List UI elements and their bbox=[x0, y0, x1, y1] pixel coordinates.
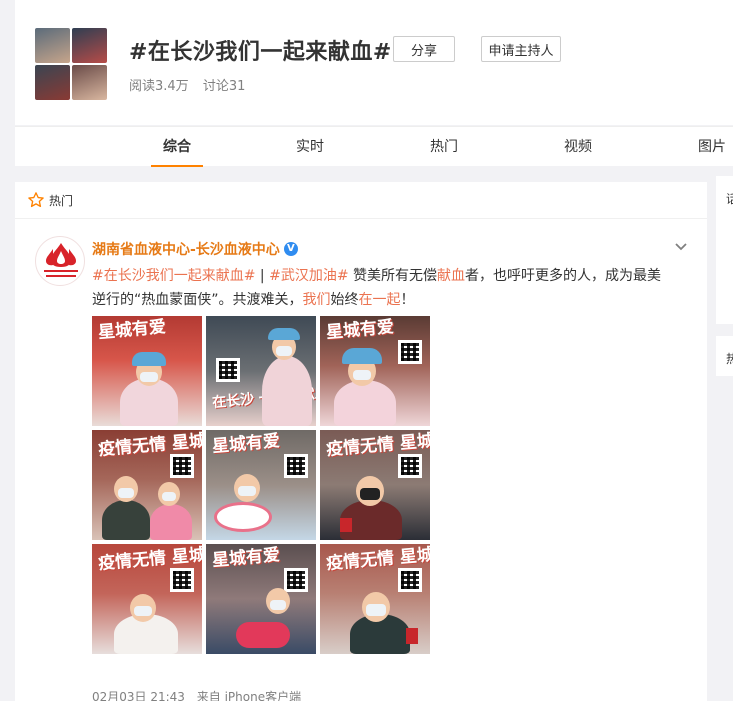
tab-bar: 综合 实时 热门 视频 图片 bbox=[15, 126, 733, 167]
face-mask bbox=[360, 488, 380, 500]
post-source: 来自 iPhone客户端 bbox=[196, 690, 302, 701]
discussion-count: 讨论31 bbox=[202, 79, 246, 94]
photo-thumbnail[interactable]: 疫情无情 星城有爱 bbox=[92, 544, 202, 654]
photo-thumbnail[interactable]: 疫情无情 星城有爱 bbox=[320, 544, 430, 654]
tab-comprehensive[interactable]: 综合 bbox=[151, 127, 203, 167]
photo-figure bbox=[334, 380, 396, 426]
qr-code bbox=[284, 568, 308, 592]
read-count: 阅读3.4万 bbox=[129, 79, 189, 94]
face-mask bbox=[238, 486, 256, 496]
hot-section-header: 热门 bbox=[15, 182, 707, 219]
post-meta: 02月03日 21:43 来自 iPhone客户端 bbox=[92, 688, 309, 701]
face-mask bbox=[276, 346, 292, 356]
photo-thumbnail[interactable]: 星城有爱 bbox=[92, 316, 202, 426]
heart-sign bbox=[236, 622, 290, 648]
tab-hot[interactable]: 热门 bbox=[430, 127, 458, 167]
keyword-highlight: 献血 bbox=[437, 268, 466, 284]
hot-section-label: 热门 bbox=[49, 193, 74, 208]
qr-code bbox=[398, 340, 422, 364]
topic-cover bbox=[35, 28, 107, 100]
keyword-highlight: 在一起 bbox=[358, 292, 401, 308]
face-mask bbox=[118, 488, 134, 498]
tab-realtime[interactable]: 实时 bbox=[296, 127, 324, 167]
author-name[interactable]: 湖南省血液中心-长沙血液中心 V bbox=[92, 239, 298, 259]
post-text-part: 赞美所有无偿 bbox=[348, 268, 438, 284]
author-avatar[interactable] bbox=[35, 236, 85, 286]
face-mask bbox=[140, 372, 158, 382]
qr-code bbox=[170, 568, 194, 592]
tab-images[interactable]: 图片 bbox=[698, 127, 726, 167]
photo-thumbnail[interactable]: 星城有爱 bbox=[320, 316, 430, 426]
cover-thumb bbox=[35, 65, 70, 100]
post-text-part: ！ bbox=[400, 292, 415, 308]
photo-figure bbox=[262, 356, 312, 426]
author-name-text: 湖南省血液中心-长沙血液中心 bbox=[92, 242, 280, 258]
qr-code bbox=[284, 454, 308, 478]
post-text-part: 始终 bbox=[330, 292, 359, 308]
face-mask bbox=[134, 606, 152, 616]
face-mask bbox=[366, 604, 386, 616]
chevron-down-icon[interactable] bbox=[673, 238, 689, 254]
topic-title: #在长沙我们一起来献血# bbox=[129, 40, 392, 65]
photo-thumbnail[interactable]: 星城有爱 bbox=[206, 544, 316, 654]
tab-video[interactable]: 视频 bbox=[564, 127, 592, 167]
text-separator: | bbox=[255, 268, 270, 284]
feed-card: 热门 湖南省血液中心-长沙血液中心 V #在长沙我们一起来献血# | #武汉加油… bbox=[15, 182, 707, 701]
qr-code bbox=[170, 454, 194, 478]
apply-host-button[interactable]: 申请主持人 bbox=[481, 36, 561, 62]
nurse-cap bbox=[132, 352, 166, 366]
photo-thumbnail[interactable]: 疫情无情 星城有爱 bbox=[92, 430, 202, 540]
heart-sign bbox=[214, 502, 272, 532]
photo-thumbnail[interactable]: 星城有爱 bbox=[206, 430, 316, 540]
hashtag-wuhan[interactable]: #武汉加油# bbox=[269, 268, 348, 284]
hashtag-donate-blood[interactable]: #在长沙我们一起来献血# bbox=[92, 268, 255, 284]
photo-caption: 星城有爱 bbox=[97, 317, 167, 343]
verified-badge-icon: V bbox=[283, 242, 298, 256]
photo-caption: 星城有爱 bbox=[211, 431, 281, 457]
qr-code bbox=[216, 358, 240, 382]
photo-caption: 星城有爱 bbox=[325, 317, 395, 343]
keyword-highlight: 我们 bbox=[302, 292, 331, 308]
side-card-topic: 话 bbox=[716, 176, 733, 324]
side-card-label: 话 bbox=[726, 192, 733, 206]
photo-figure bbox=[102, 500, 150, 540]
photo-caption: 星城有爱 bbox=[211, 545, 281, 571]
photo-thumbnail[interactable]: 在长沙 一起来献血 bbox=[206, 316, 316, 426]
post-text: #在长沙我们一起来献血# | #武汉加油# 赞美所有无偿献血者，也呼吁更多的人，… bbox=[92, 264, 672, 312]
star-icon bbox=[28, 192, 44, 208]
side-card-label: 热 bbox=[726, 352, 733, 366]
cover-thumb bbox=[72, 28, 107, 63]
side-card-hot: 热 bbox=[716, 336, 733, 376]
cover-thumb bbox=[35, 28, 70, 63]
face-mask bbox=[353, 370, 371, 380]
share-button[interactable]: 分享 bbox=[393, 36, 455, 62]
photo-grid: 星城有爱 在长沙 一起来献血 星城有爱 bbox=[92, 316, 432, 654]
topic-header: #在长沙我们一起来献血# 分享 申请主持人 阅读3.4万 讨论31 bbox=[15, 0, 733, 125]
blood-center-logo-icon bbox=[44, 243, 78, 277]
qr-code bbox=[398, 454, 422, 478]
donor-card bbox=[340, 518, 352, 532]
post-date[interactable]: 02月03日 21:43 bbox=[92, 690, 185, 701]
face-mask bbox=[270, 600, 286, 610]
donor-card bbox=[406, 628, 418, 644]
cover-thumb bbox=[72, 65, 107, 100]
photo-thumbnail[interactable]: 疫情无情 星城有爱 bbox=[320, 430, 430, 540]
photo-figure bbox=[150, 504, 192, 540]
face-mask bbox=[162, 492, 176, 501]
topic-stats: 阅读3.4万 讨论31 bbox=[129, 75, 255, 94]
nurse-cap bbox=[268, 328, 300, 340]
nurse-cap bbox=[342, 348, 382, 364]
qr-code bbox=[398, 568, 422, 592]
